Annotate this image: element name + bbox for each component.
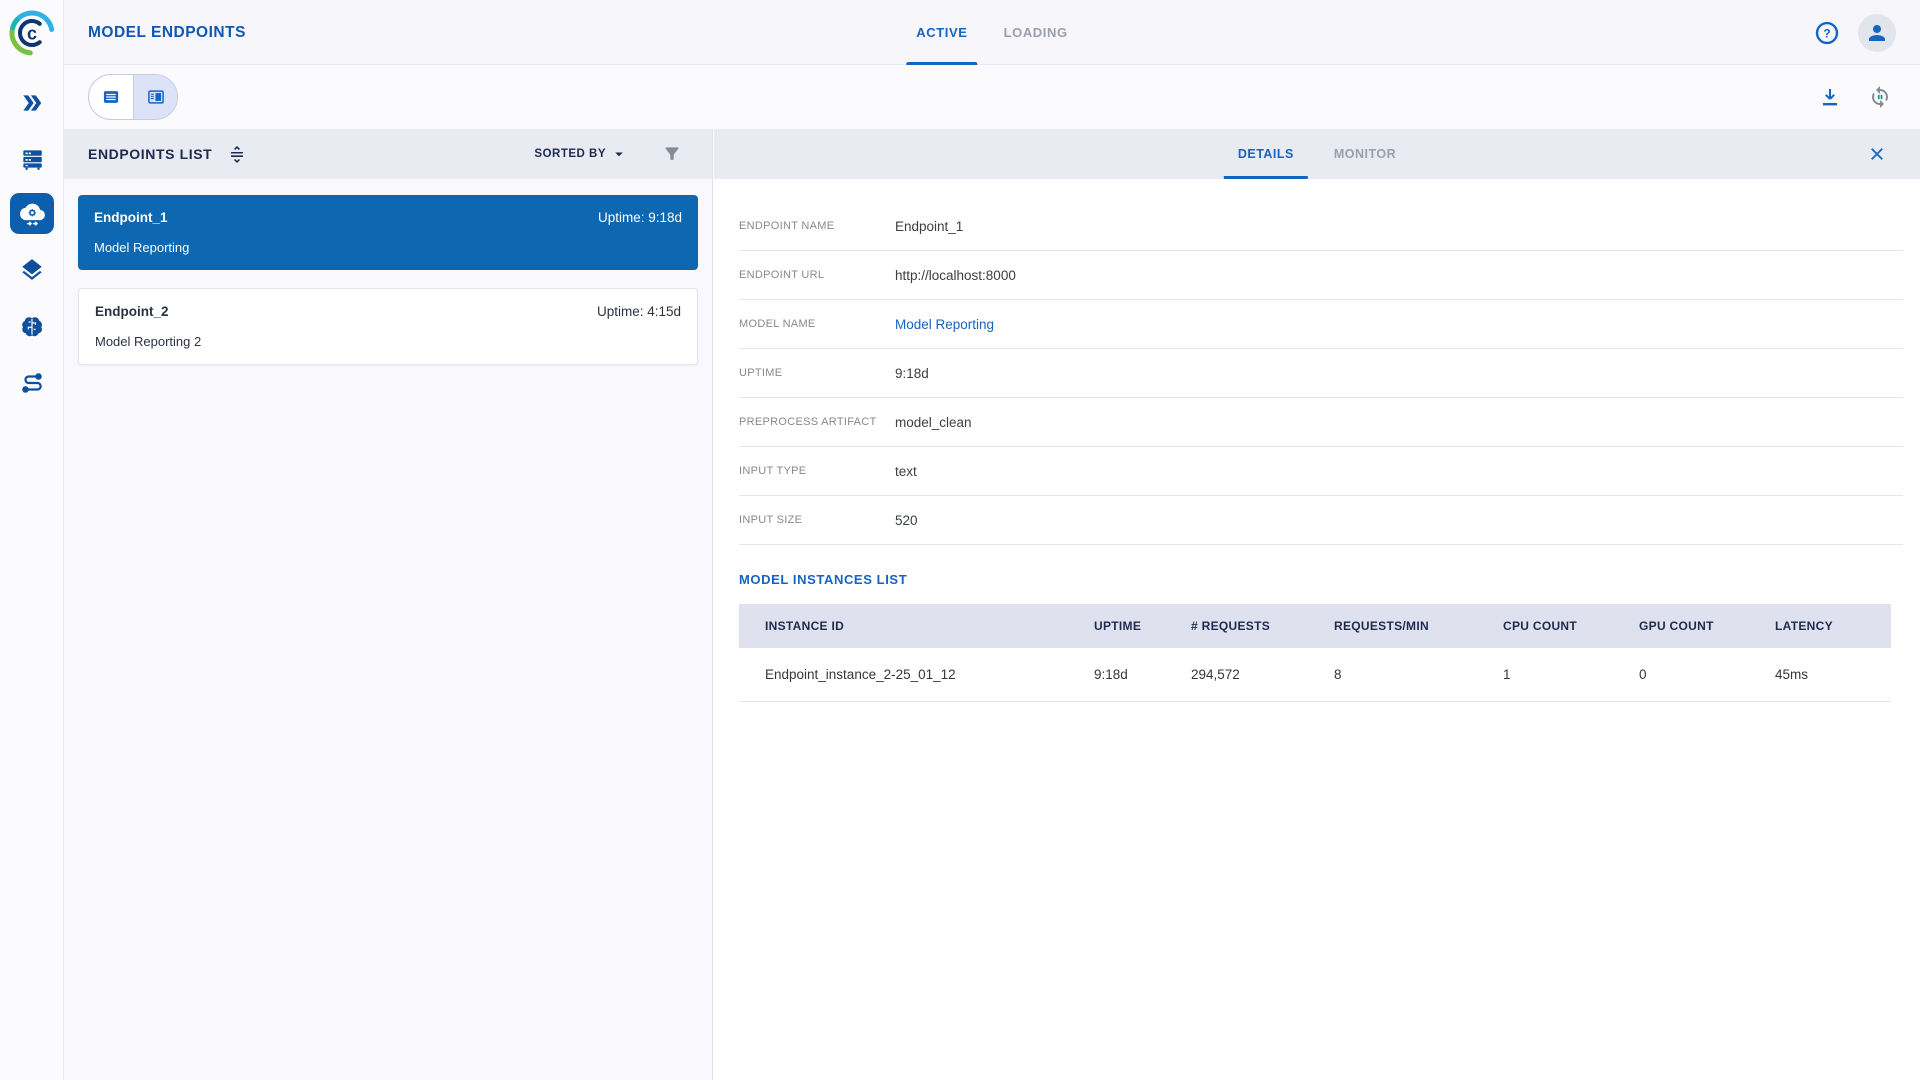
tab-monitor[interactable]: MONITOR [1314, 129, 1416, 179]
download-icon[interactable] [1818, 85, 1842, 109]
details-header: DETAILS MONITOR [714, 129, 1920, 179]
field-label: ENDPOINT URL [739, 269, 895, 281]
pipeline-icon[interactable] [18, 369, 46, 397]
filter-icon[interactable] [662, 144, 682, 164]
tab-loading[interactable]: LOADING [986, 0, 1086, 65]
endpoint-model: Model Reporting 2 [95, 334, 681, 349]
field-row: UPTIME 9:18d [739, 349, 1903, 398]
endpoint-model: Model Reporting [94, 240, 682, 255]
instance-cpu-count: 1 [1503, 667, 1639, 682]
tab-active[interactable]: ACTIVE [898, 0, 985, 65]
field-row: ENDPOINT NAME Endpoint_1 [739, 202, 1903, 251]
status-tabs: ACTIVE LOADING [898, 0, 1085, 65]
toolbar [64, 65, 1920, 129]
field-label: INPUT TYPE [739, 465, 895, 477]
tab-monitor-label: MONITOR [1334, 147, 1396, 161]
chevron-down-icon [610, 145, 628, 163]
brain-icon[interactable] [18, 313, 46, 341]
details-tabs: DETAILS MONITOR [1218, 129, 1416, 179]
model-endpoints-icon[interactable] [10, 193, 54, 234]
user-avatar[interactable] [1858, 14, 1896, 52]
svg-text:?: ? [1823, 26, 1830, 40]
double-arrow-icon[interactable] [18, 89, 46, 117]
field-value: model_clean [895, 415, 972, 430]
column-header: REQUESTS/MIN [1334, 619, 1503, 633]
field-row: INPUT SIZE 520 [739, 496, 1903, 545]
page-title: MODEL ENDPOINTS [88, 0, 246, 65]
endpoint-card-1[interactable]: Endpoint_1 Uptime: 9:18d Model Reporting [78, 195, 698, 270]
field-label: PREPROCESS ARTIFACT [739, 416, 895, 428]
instance-requests-per-min: 8 [1334, 667, 1503, 682]
layers-icon[interactable] [18, 256, 46, 284]
tab-active-label: ACTIVE [916, 25, 967, 40]
field-value: Endpoint_1 [895, 219, 963, 234]
topbar-icons: ? [1814, 0, 1896, 65]
server-rack-icon[interactable] [18, 145, 46, 173]
field-row: PREPROCESS ARTIFACT model_clean [739, 398, 1903, 447]
field-label: ENDPOINT NAME [739, 220, 895, 232]
left-nav-rail: c [0, 0, 64, 1080]
field-value: 9:18d [895, 366, 929, 381]
svg-text:c: c [27, 24, 37, 44]
endpoint-name: Endpoint_1 [94, 210, 168, 225]
instance-id: Endpoint_instance_2-25_01_12 [739, 667, 1094, 682]
field-value: text [895, 464, 917, 479]
endpoints-list-panel: ENDPOINTS LIST SORTED BY [64, 129, 713, 1080]
tab-details[interactable]: DETAILS [1218, 129, 1314, 179]
endpoint-details-panel: DETAILS MONITOR ENDPOINT NAME Endpoint_1… [714, 129, 1920, 1080]
list-view-icon[interactable] [89, 75, 133, 119]
column-header: UPTIME [1094, 619, 1191, 633]
view-toggle [88, 74, 178, 120]
sort-icon[interactable] [226, 143, 248, 165]
instance-gpu-count: 0 [1639, 667, 1775, 682]
content-area: ENDPOINTS LIST SORTED BY [64, 129, 1920, 1080]
details-fields: ENDPOINT NAME Endpoint_1 ENDPOINT URL ht… [739, 202, 1903, 545]
sorted-by-dropdown[interactable]: SORTED BY [534, 145, 628, 163]
instance-uptime: 9:18d [1094, 667, 1191, 682]
tab-loading-label: LOADING [1004, 25, 1068, 40]
field-row: MODEL NAME Model Reporting [739, 300, 1903, 349]
endpoint-uptime: Uptime: 9:18d [598, 210, 682, 225]
model-instances-table: INSTANCE ID UPTIME # REQUESTS REQUESTS/M… [739, 604, 1891, 702]
column-header: GPU COUNT [1639, 619, 1775, 633]
column-header: INSTANCE ID [739, 619, 1094, 633]
help-icon[interactable]: ? [1814, 20, 1840, 46]
field-row: INPUT TYPE text [739, 447, 1903, 496]
model-instances-list-title[interactable]: MODEL INSTANCES LIST [739, 572, 1920, 587]
endpoint-name: Endpoint_2 [95, 304, 169, 319]
model-name-link[interactable]: Model Reporting [895, 317, 994, 332]
top-bar: MODEL ENDPOINTS ACTIVE LOADING ? [64, 0, 1920, 65]
field-value: http://localhost:8000 [895, 268, 1016, 283]
table-row[interactable]: Endpoint_instance_2-25_01_12 9:18d 294,5… [739, 648, 1891, 702]
toolbar-actions [1818, 65, 1892, 129]
sorted-by-label: SORTED BY [534, 148, 606, 160]
instance-requests: 294,572 [1191, 667, 1334, 682]
field-label: MODEL NAME [739, 318, 895, 330]
split-view-icon[interactable] [133, 75, 177, 119]
cnvrg-logo-icon[interactable]: c [8, 9, 56, 57]
endpoints-list-title: ENDPOINTS LIST [88, 146, 212, 162]
field-value: 520 [895, 513, 918, 528]
column-header: LATENCY [1775, 619, 1891, 633]
endpoints-list-header: ENDPOINTS LIST SORTED BY [64, 129, 712, 179]
field-label: UPTIME [739, 367, 895, 379]
column-header: # REQUESTS [1191, 619, 1334, 633]
endpoint-uptime: Uptime: 4:15d [597, 304, 681, 319]
close-icon[interactable] [1868, 145, 1886, 163]
tab-details-label: DETAILS [1238, 147, 1294, 161]
auto-refresh-pause-icon[interactable] [1868, 85, 1892, 109]
endpoints-cards: Endpoint_1 Uptime: 9:18d Model Reporting… [64, 179, 712, 399]
instance-latency: 45ms [1775, 667, 1891, 682]
column-header: CPU COUNT [1503, 619, 1639, 633]
field-row: ENDPOINT URL http://localhost:8000 [739, 251, 1903, 300]
table-header-row: INSTANCE ID UPTIME # REQUESTS REQUESTS/M… [739, 604, 1891, 648]
person-icon [1865, 21, 1889, 45]
endpoint-card-2[interactable]: Endpoint_2 Uptime: 4:15d Model Reporting… [78, 288, 698, 365]
field-label: INPUT SIZE [739, 514, 895, 526]
